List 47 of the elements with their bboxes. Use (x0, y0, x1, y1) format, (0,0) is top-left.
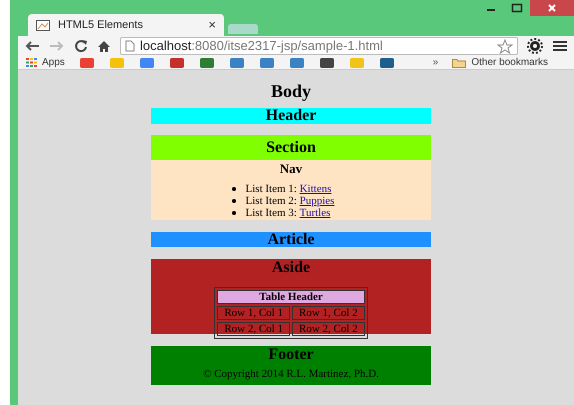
tab-close-button[interactable]: × (208, 15, 216, 35)
bookmark-icon[interactable] (228, 58, 245, 68)
list-item-label: List Item 3: (246, 207, 298, 219)
section-heading: Section (266, 138, 316, 158)
nav-link[interactable]: Puppies (300, 195, 334, 207)
address-bar[interactable]: localhost:8080/itse2317-jsp/sample-1.html (120, 37, 518, 55)
article-heading: Article (267, 232, 315, 247)
table-cell: Row 1, Col 1 (217, 306, 290, 320)
list-item-label: List Item 2: (246, 195, 298, 207)
bookmark-icon[interactable] (378, 58, 395, 68)
body-heading: Body (270, 80, 312, 102)
header-heading: Header (266, 108, 316, 124)
apps-icon[interactable] (26, 58, 37, 67)
document-icon (125, 40, 135, 52)
close-icon[interactable] (530, 0, 574, 16)
browser-tab[interactable]: HTML5 Elements × (28, 14, 224, 36)
table-cell: Row 2, Col 1 (217, 322, 290, 336)
bullet-icon (232, 199, 236, 203)
bookmark-icon[interactable] (288, 58, 305, 68)
back-icon[interactable] (24, 40, 40, 52)
bullet-icon (232, 187, 236, 191)
bookmark-icon[interactable] (168, 58, 185, 68)
list-item-label: List Item 1: (246, 183, 298, 195)
bullet-icon (232, 211, 236, 215)
url-text: localhost:8080/itse2317-jsp/sample-1.html (140, 37, 384, 56)
other-bookmarks-link[interactable]: Other bookmarks (471, 55, 548, 70)
reload-icon[interactable] (74, 39, 88, 53)
bookmark-icon[interactable] (258, 58, 275, 68)
star-icon[interactable] (497, 38, 513, 54)
bookmark-icon[interactable] (198, 58, 215, 68)
copyright-text: © Copyright 2014 R.L. Martinez, Ph.D. (203, 368, 379, 381)
tab-title: HTML5 Elements (58, 18, 144, 33)
aside-heading: Aside (272, 259, 310, 277)
apps-link[interactable]: Apps (42, 55, 65, 70)
bookmark-icon[interactable] (318, 58, 335, 68)
page-icon (36, 20, 50, 30)
settings-icon[interactable] (527, 38, 543, 54)
nav-heading: Nav (280, 160, 302, 178)
nav-link[interactable]: Kittens (300, 183, 332, 195)
table-cell: Row 1, Col 2 (292, 306, 365, 320)
more-bookmarks-button[interactable]: » (432, 55, 438, 70)
table-cell: Row 2, Col 2 (292, 322, 365, 336)
menu-icon[interactable] (552, 40, 568, 52)
nav-link[interactable]: Turtles (300, 207, 330, 219)
home-icon[interactable] (97, 40, 111, 52)
table-header: Table Header (217, 290, 365, 304)
footer-heading: Footer (268, 346, 314, 364)
